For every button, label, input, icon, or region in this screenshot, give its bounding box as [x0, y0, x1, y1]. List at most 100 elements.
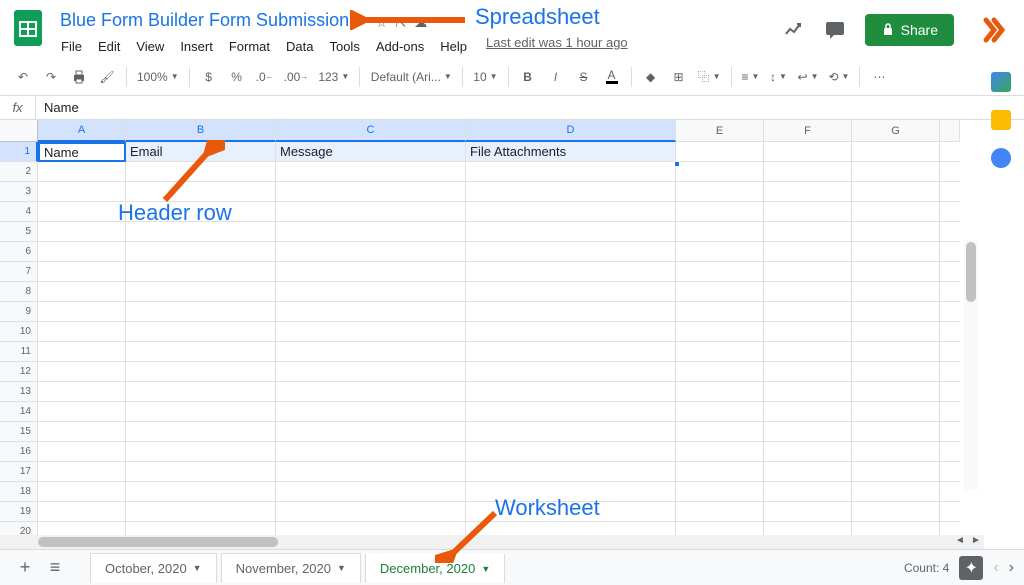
cell-C11[interactable] [276, 342, 466, 362]
cell-G14[interactable] [852, 402, 940, 422]
sheet-tab[interactable]: October, 2020▼ [90, 553, 217, 583]
cell-D1[interactable]: File Attachments [466, 142, 676, 162]
cell-E4[interactable] [676, 202, 764, 222]
bold-button[interactable]: B [515, 64, 541, 90]
rotate-button[interactable]: ⟲▼ [824, 64, 853, 90]
chevron-down-icon[interactable]: ▼ [337, 563, 346, 573]
row-header-6[interactable]: 6 [0, 242, 38, 262]
move-icon[interactable]: ⇱ [395, 15, 406, 31]
cell-A13[interactable] [38, 382, 126, 402]
cell-F19[interactable] [764, 502, 852, 522]
cell-A9[interactable] [38, 302, 126, 322]
cell-E16[interactable] [676, 442, 764, 462]
cell-G5[interactable] [852, 222, 940, 242]
cell-D11[interactable] [466, 342, 676, 362]
cell-G13[interactable] [852, 382, 940, 402]
cell-C19[interactable] [276, 502, 466, 522]
more-toolbar-button[interactable]: ⋯ [866, 64, 892, 90]
cell-C4[interactable] [276, 202, 466, 222]
menu-data[interactable]: Data [279, 35, 320, 58]
keep-addon-icon[interactable] [991, 110, 1011, 130]
menu-add-ons[interactable]: Add-ons [369, 35, 431, 58]
cell-G16[interactable] [852, 442, 940, 462]
cell-F6[interactable] [764, 242, 852, 262]
tasks-addon-icon[interactable] [991, 148, 1011, 168]
chevron-down-icon[interactable]: ▼ [193, 563, 202, 573]
cell-G10[interactable] [852, 322, 940, 342]
cell-C14[interactable] [276, 402, 466, 422]
currency-button[interactable]: $ [196, 64, 222, 90]
cell-G15[interactable] [852, 422, 940, 442]
cell-G4[interactable] [852, 202, 940, 222]
cell-A19[interactable] [38, 502, 126, 522]
cell-E17[interactable] [676, 462, 764, 482]
horizontal-scrollbar[interactable]: ◄► [0, 535, 984, 549]
cell-B10[interactable] [126, 322, 276, 342]
cell-G11[interactable] [852, 342, 940, 362]
sheet-tab[interactable]: November, 2020▼ [221, 553, 361, 583]
formula-input[interactable]: Name [36, 96, 1024, 119]
cell-G12[interactable] [852, 362, 940, 382]
row-header-4[interactable]: 4 [0, 202, 38, 222]
cell-A18[interactable] [38, 482, 126, 502]
fill-color-button[interactable]: ◆ [638, 64, 664, 90]
paint-format-button[interactable]: 🖌 [94, 64, 120, 90]
cell-D12[interactable] [466, 362, 676, 382]
cell-F1[interactable] [764, 142, 852, 162]
cell-E9[interactable] [676, 302, 764, 322]
cell-F14[interactable] [764, 402, 852, 422]
doc-title[interactable]: Blue Form Builder Form Submissions [54, 8, 364, 33]
comments-icon[interactable] [823, 18, 847, 42]
cell-G17[interactable] [852, 462, 940, 482]
cell-E5[interactable] [676, 222, 764, 242]
print-button[interactable] [66, 64, 92, 90]
cell-F5[interactable] [764, 222, 852, 242]
cell-F17[interactable] [764, 462, 852, 482]
row-header-9[interactable]: 9 [0, 302, 38, 322]
cell-D18[interactable] [466, 482, 676, 502]
cell-A6[interactable] [38, 242, 126, 262]
cell-F8[interactable] [764, 282, 852, 302]
row-header-14[interactable]: 14 [0, 402, 38, 422]
all-sheets-button[interactable]: ≡ [40, 553, 70, 583]
cell-C9[interactable] [276, 302, 466, 322]
cell-A12[interactable] [38, 362, 126, 382]
row-header-8[interactable]: 8 [0, 282, 38, 302]
row-header-5[interactable]: 5 [0, 222, 38, 242]
row-header-19[interactable]: 19 [0, 502, 38, 522]
cell-F9[interactable] [764, 302, 852, 322]
menu-tools[interactable]: Tools [322, 35, 366, 58]
cell-D3[interactable] [466, 182, 676, 202]
cell-C12[interactable] [276, 362, 466, 382]
menu-insert[interactable]: Insert [173, 35, 220, 58]
cell-G1[interactable] [852, 142, 940, 162]
menu-edit[interactable]: Edit [91, 35, 127, 58]
cell-C15[interactable] [276, 422, 466, 442]
cell-A8[interactable] [38, 282, 126, 302]
cell-C17[interactable] [276, 462, 466, 482]
cell-B9[interactable] [126, 302, 276, 322]
wrap-button[interactable]: ↩▼ [794, 64, 823, 90]
cell-C10[interactable] [276, 322, 466, 342]
cell-A7[interactable] [38, 262, 126, 282]
add-sheet-button[interactable]: + [10, 553, 40, 583]
cell-E13[interactable] [676, 382, 764, 402]
cell-F7[interactable] [764, 262, 852, 282]
cell-D9[interactable] [466, 302, 676, 322]
cell-D5[interactable] [466, 222, 676, 242]
cell-B18[interactable] [126, 482, 276, 502]
more-formats-dropdown[interactable]: 123▼ [314, 64, 353, 90]
cell-F2[interactable] [764, 162, 852, 182]
col-header-G[interactable]: G [852, 120, 940, 142]
cell-D17[interactable] [466, 462, 676, 482]
cloud-icon[interactable]: ☁ [414, 15, 427, 31]
col-header-B[interactable]: B [126, 120, 276, 142]
cell-D10[interactable] [466, 322, 676, 342]
cell-B2[interactable] [126, 162, 276, 182]
cell-F18[interactable] [764, 482, 852, 502]
cell-B5[interactable] [126, 222, 276, 242]
cell-A1[interactable]: Name [38, 142, 126, 162]
extension-logo[interactable] [980, 14, 1012, 46]
cell-D13[interactable] [466, 382, 676, 402]
cell-E3[interactable] [676, 182, 764, 202]
